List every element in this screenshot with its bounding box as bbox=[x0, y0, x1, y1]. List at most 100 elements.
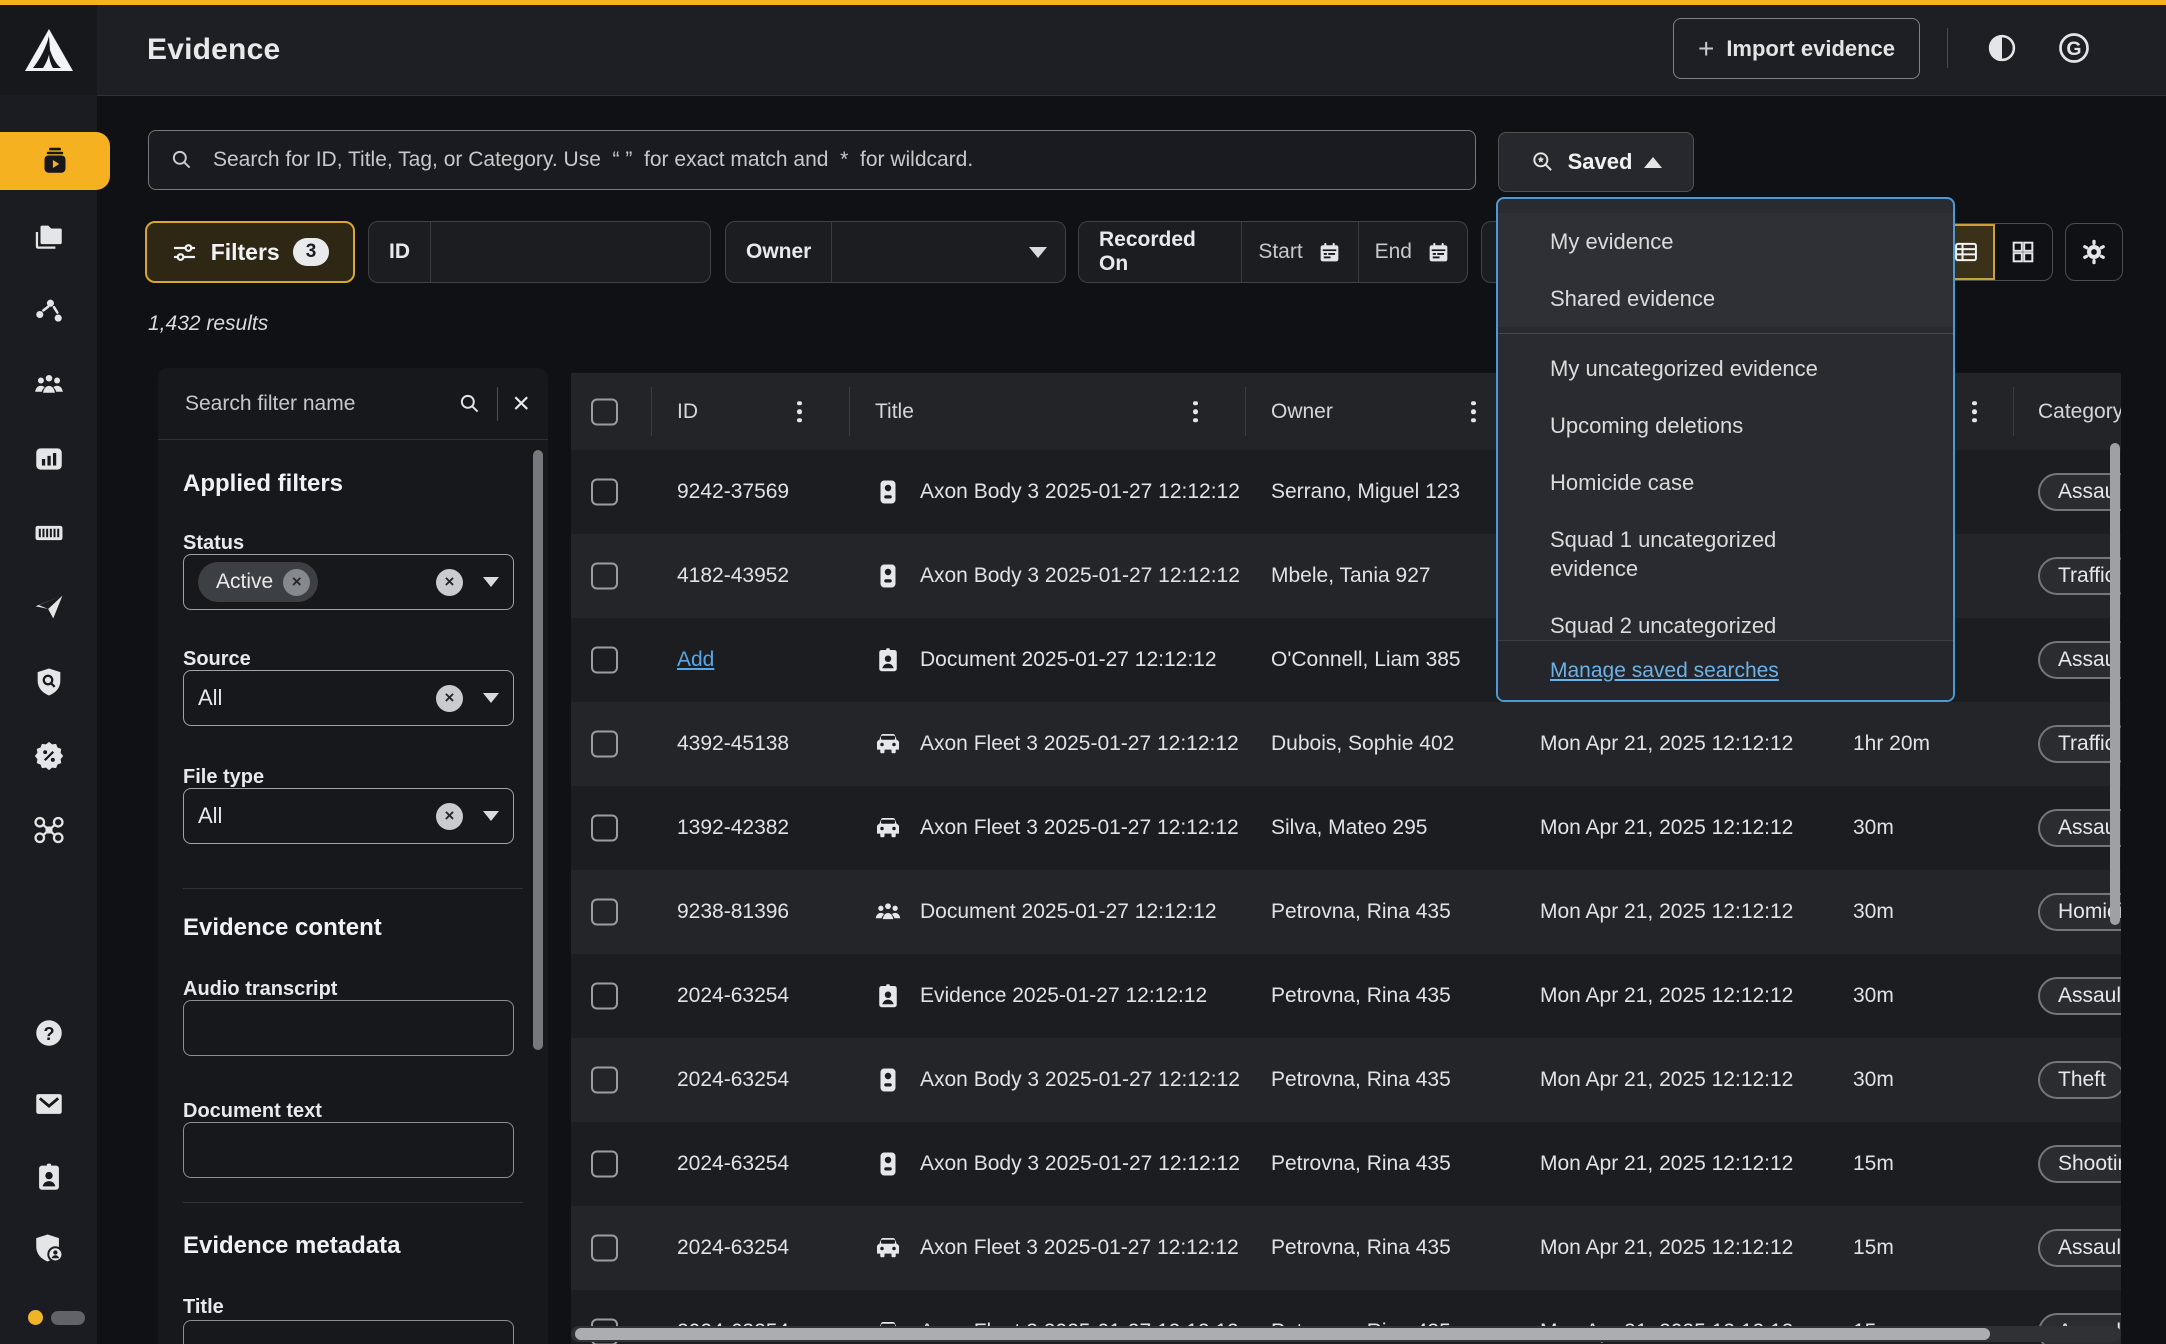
id-filter-input[interactable] bbox=[431, 240, 710, 264]
category-badge[interactable]: Assault bbox=[2038, 641, 2121, 679]
recorded-on-filter[interactable]: Recorded On Start End bbox=[1078, 221, 1468, 283]
row-title[interactable]: Axon Fleet 3 2025-01-27 12:12:12 bbox=[920, 702, 1239, 786]
status-select[interactable]: Active × × bbox=[183, 554, 514, 610]
category-badge[interactable]: Theft bbox=[2038, 1061, 2121, 1099]
row-id[interactable]: 4182-43952 bbox=[677, 534, 789, 618]
manage-saved-searches-link[interactable]: Manage saved searches bbox=[1550, 659, 1779, 683]
id-filter[interactable]: ID bbox=[368, 221, 711, 283]
sidebar-item-contacts[interactable] bbox=[0, 1145, 97, 1209]
sidebar-item-analytics[interactable] bbox=[0, 427, 97, 491]
sidebar-item-dispatch[interactable] bbox=[0, 575, 97, 639]
saved-searches-button[interactable]: Saved bbox=[1498, 132, 1694, 192]
grid-view-toggle[interactable] bbox=[1995, 224, 2053, 280]
search-icon[interactable] bbox=[457, 391, 483, 417]
row-title[interactable]: Axon Fleet 3 2025-01-27 12:12:12 bbox=[920, 786, 1239, 870]
status-chip[interactable]: Active × bbox=[198, 562, 318, 602]
row-title[interactable]: Axon Body 3 2025-01-27 12:12:12 bbox=[920, 450, 1240, 534]
row-checkbox[interactable] bbox=[591, 479, 618, 506]
table-horizontal-scrollbar[interactable] bbox=[571, 1326, 2121, 1342]
chip-remove-icon[interactable]: × bbox=[283, 569, 310, 596]
recorded-on-start-field[interactable]: Start bbox=[1242, 222, 1357, 282]
table-row[interactable]: 1392-42382 bbox=[571, 786, 2121, 870]
table-row[interactable]: 2024-63254 bbox=[571, 1206, 2121, 1290]
row-checkbox[interactable] bbox=[591, 815, 618, 842]
clear-icon[interactable]: × bbox=[436, 685, 463, 712]
row-id[interactable]: 9242-37569 bbox=[677, 450, 789, 534]
column-menu-icon[interactable] bbox=[1471, 401, 1476, 423]
sidebar-collapse-toggle[interactable] bbox=[28, 1310, 85, 1325]
table-row[interactable]: 2024-63254 bbox=[571, 954, 2121, 1038]
audio-transcript-input[interactable] bbox=[183, 1000, 514, 1056]
row-checkbox[interactable] bbox=[591, 1235, 618, 1262]
sidebar-item-share-network[interactable] bbox=[0, 279, 97, 343]
row-checkbox[interactable] bbox=[591, 983, 618, 1010]
category-badge[interactable]: Traffic bbox=[2038, 557, 2121, 595]
sidebar-item-community[interactable] bbox=[0, 353, 97, 417]
table-row[interactable]: 2024-63254 bbox=[571, 1122, 2121, 1206]
sidebar-item-help[interactable]: ? bbox=[0, 1001, 97, 1065]
row-title[interactable]: Document 2025-01-27 12:12:12 bbox=[920, 870, 1217, 954]
saved-search-item[interactable]: Shared evidence bbox=[1498, 270, 1900, 327]
column-menu-icon[interactable] bbox=[797, 401, 802, 423]
sidebar-item-audit-search[interactable] bbox=[0, 650, 97, 714]
document-text-input[interactable] bbox=[183, 1122, 514, 1178]
scrollbar-thumb[interactable] bbox=[575, 1328, 1990, 1340]
sidebar-item-user-shield[interactable] bbox=[0, 1216, 97, 1280]
row-title[interactable]: Axon Body 3 2025-01-27 12:12:12 bbox=[920, 534, 1240, 618]
row-id[interactable]: 2024-63254 bbox=[677, 954, 789, 1038]
category-badge[interactable]: Assault bbox=[2038, 809, 2121, 847]
search-input[interactable] bbox=[211, 147, 1455, 173]
row-title[interactable]: Axon Body 3 2025-01-27 12:12:12 bbox=[920, 1122, 1240, 1206]
close-icon[interactable]: × bbox=[512, 389, 530, 419]
sidebar-item-folders[interactable] bbox=[0, 205, 97, 269]
sidebar-item-barcode[interactable] bbox=[0, 501, 97, 565]
source-select[interactable]: All × bbox=[183, 670, 514, 726]
table-row[interactable]: 4392-45138 bbox=[571, 702, 2121, 786]
row-title[interactable]: Axon Body 3 2025-01-27 12:12:12 bbox=[920, 1038, 1240, 1122]
row-checkbox[interactable] bbox=[591, 1151, 618, 1178]
filter-name-search-input[interactable] bbox=[183, 391, 443, 417]
clear-icon[interactable]: × bbox=[436, 569, 463, 596]
table-row[interactable]: 2024-63254 bbox=[571, 1038, 2121, 1122]
category-badge[interactable]: Assault bbox=[2038, 977, 2121, 1015]
row-checkbox[interactable] bbox=[591, 647, 618, 674]
g-logo-icon[interactable]: G bbox=[2052, 26, 2096, 70]
column-header-owner[interactable]: Owner bbox=[1271, 373, 1333, 450]
table-row[interactable]: 9238-81396 bbox=[571, 870, 2121, 954]
saved-search-item[interactable]: Squad 2 uncategorized evidence bbox=[1498, 597, 1900, 642]
row-title[interactable]: Evidence 2025-01-27 12:12:12 bbox=[920, 954, 1207, 1038]
row-id[interactable]: 2024-63254 bbox=[677, 1038, 789, 1122]
row-id[interactable]: Add bbox=[677, 618, 714, 702]
contrast-icon[interactable] bbox=[1980, 26, 2024, 70]
category-badge[interactable]: Assault bbox=[2038, 473, 2121, 511]
saved-search-item[interactable]: Squad 1 uncategorized evidence bbox=[1498, 511, 1900, 597]
sidebar-item-evidence[interactable] bbox=[0, 132, 110, 190]
clear-icon[interactable]: × bbox=[436, 803, 463, 830]
panel-scrollbar[interactable] bbox=[533, 450, 543, 1050]
sidebar-item-certification[interactable] bbox=[0, 724, 97, 788]
row-checkbox[interactable] bbox=[591, 731, 618, 758]
table-settings-button[interactable] bbox=[2065, 223, 2123, 281]
row-id[interactable]: 1392-42382 bbox=[677, 786, 789, 870]
row-title[interactable]: Axon Fleet 3 2025-01-27 12:12:12 bbox=[920, 1206, 1239, 1290]
category-badge[interactable]: Traffic bbox=[2038, 725, 2121, 763]
sidebar-item-messages[interactable] bbox=[0, 1072, 97, 1136]
row-id[interactable]: 2024-63254 bbox=[677, 1122, 789, 1206]
row-id[interactable]: 4392-45138 bbox=[677, 702, 789, 786]
search-bar[interactable] bbox=[148, 130, 1476, 190]
owner-filter[interactable]: Owner bbox=[725, 221, 1066, 283]
file-type-select[interactable]: All × bbox=[183, 788, 514, 844]
saved-search-item[interactable]: My uncategorized evidence bbox=[1498, 340, 1900, 397]
column-header-category[interactable]: Category bbox=[2038, 373, 2121, 450]
recorded-on-end-field[interactable]: End bbox=[1359, 222, 1467, 282]
saved-search-item[interactable]: Homicide case bbox=[1498, 454, 1900, 511]
row-checkbox[interactable] bbox=[591, 899, 618, 926]
row-checkbox[interactable] bbox=[591, 1067, 618, 1094]
title-input[interactable] bbox=[183, 1320, 514, 1344]
column-menu-icon[interactable] bbox=[1193, 401, 1198, 423]
category-badge[interactable]: Homicide bbox=[2038, 893, 2121, 931]
category-badge[interactable]: Shooting bbox=[2038, 1145, 2121, 1183]
row-checkbox[interactable] bbox=[591, 563, 618, 590]
row-id[interactable]: 9238-81396 bbox=[677, 870, 789, 954]
row-id[interactable]: 2024-63254 bbox=[677, 1206, 789, 1290]
